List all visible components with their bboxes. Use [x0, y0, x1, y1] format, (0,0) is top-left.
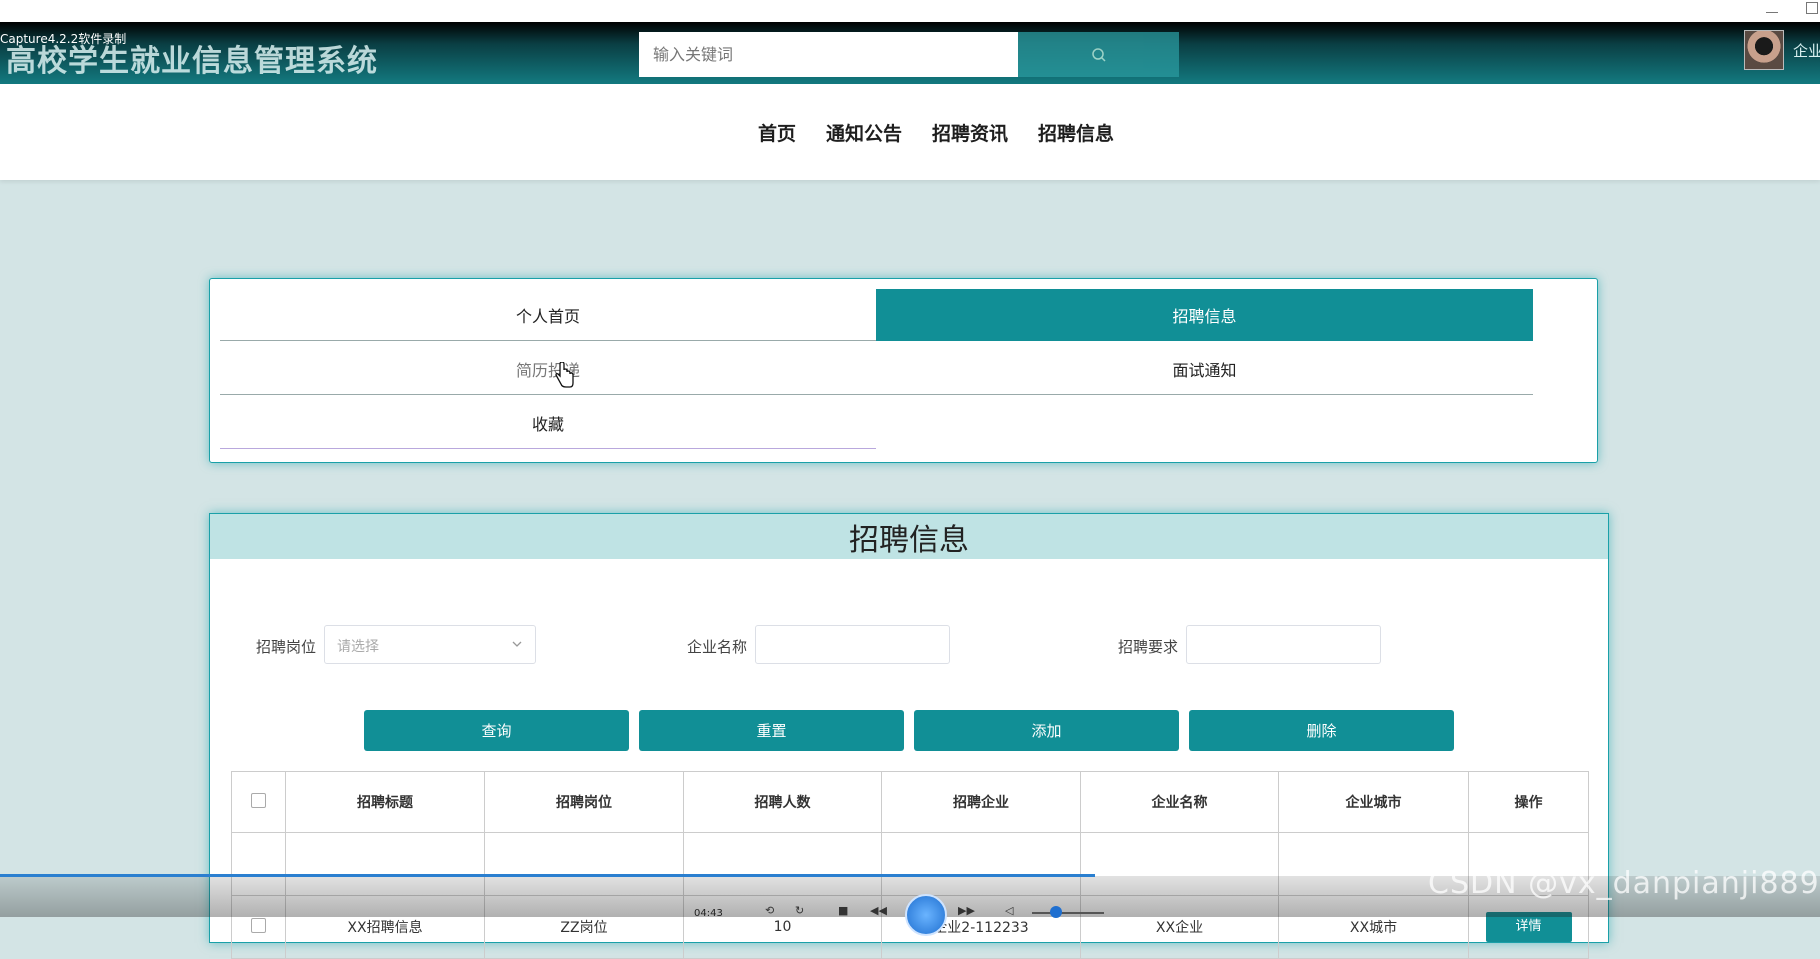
nav-item-recruit-info[interactable]: 招聘信息 [1038, 119, 1114, 146]
column-header[interactable]: 企业城市 [1278, 771, 1469, 833]
card-title: 招聘信息 [849, 522, 969, 558]
player-stop-icon[interactable]: ■ [838, 904, 848, 917]
nav-item-home[interactable]: 首页 [758, 119, 796, 146]
menu-item-favorites[interactable]: 收藏 [220, 397, 876, 449]
menu-item-interview-notice[interactable]: 面试通知 [876, 343, 1533, 395]
menu-item-profile-home[interactable]: 个人首页 [220, 289, 876, 341]
reset-button[interactable]: 重置 [639, 710, 904, 751]
search-button[interactable] [1018, 32, 1179, 77]
add-button[interactable]: 添加 [914, 710, 1179, 751]
requirement-input[interactable] [1186, 625, 1381, 664]
position-select-placeholder: 请选择 [337, 639, 379, 655]
column-header[interactable]: 招聘企业 [881, 771, 1081, 833]
player-play-button[interactable] [905, 894, 947, 936]
company-filter-label: 企业名称 [687, 638, 748, 656]
menu-item-recruit-info[interactable]: 招聘信息 [876, 289, 1533, 341]
player-refresh-icon[interactable]: ↻ [795, 904, 804, 917]
search-icon [1091, 47, 1106, 62]
company-name-input[interactable] [755, 625, 950, 664]
delete-button[interactable]: 删除 [1189, 710, 1454, 751]
player-rewind-icon[interactable]: ◀◀ [870, 904, 887, 917]
nav-item-notices[interactable]: 通知公告 [826, 119, 902, 146]
column-header[interactable]: 企业名称 [1080, 771, 1279, 833]
position-select[interactable]: 请选择 [324, 625, 536, 664]
player-progress-bar[interactable] [0, 874, 1095, 877]
player-loop-icon[interactable]: ⟲ [765, 904, 774, 917]
player-time: 04:43 [694, 908, 723, 919]
column-header[interactable]: 招聘人数 [683, 771, 882, 833]
nav-item-recruit-news[interactable]: 招聘资讯 [932, 119, 1008, 146]
main-nav: 首页 通知公告 招聘资讯 招聘信息 [0, 84, 1820, 180]
card-header: 招聘信息 [210, 514, 1608, 559]
recorder-watermark: Capture4.2.2软件录制 [0, 32, 127, 46]
position-filter-label: 招聘岗位 [256, 638, 317, 656]
column-header[interactable]: 招聘标题 [285, 771, 485, 833]
user-label[interactable]: 企业 [1793, 40, 1820, 61]
maximize-icon[interactable] [1806, 2, 1818, 14]
chevron-down-icon [512, 641, 522, 647]
menu-item-resume-submit[interactable]: 简历投递 [220, 343, 876, 395]
table-header-row: 招聘标题 招聘岗位 招聘人数 招聘企业 企业名称 企业城市 操作 [231, 771, 1589, 833]
select-all-cell [231, 771, 286, 833]
player-forward-icon[interactable]: ▶▶ [958, 904, 975, 917]
query-button[interactable]: 查询 [364, 710, 629, 751]
recruit-table: 招聘标题 招聘岗位 招聘人数 招聘企业 企业名称 企业城市 操作 XX招聘信息 … [231, 771, 1589, 959]
search-input[interactable] [639, 32, 1018, 77]
hand-cursor-icon [555, 362, 574, 388]
site-header: 高校学生就业信息管理系统 企业 [0, 22, 1820, 84]
select-all-checkbox[interactable] [251, 792, 266, 808]
minimize-icon[interactable] [1766, 2, 1778, 13]
requirement-filter-label: 招聘要求 [1118, 638, 1179, 656]
column-header[interactable]: 招聘岗位 [484, 771, 684, 833]
row-checkbox[interactable] [251, 917, 266, 933]
csdn-watermark: CSDN @vx_danpianji889 [1428, 866, 1820, 901]
volume-slider[interactable] [1032, 912, 1104, 914]
volume-knob[interactable] [1050, 906, 1062, 918]
user-center-menu: 个人首页 招聘信息 简历投递 面试通知 收藏 [209, 278, 1598, 463]
column-header: 操作 [1468, 771, 1589, 833]
avatar[interactable] [1744, 30, 1784, 70]
player-volume-icon[interactable]: ◁ [1005, 904, 1013, 917]
window-titlebar [0, 0, 1820, 22]
